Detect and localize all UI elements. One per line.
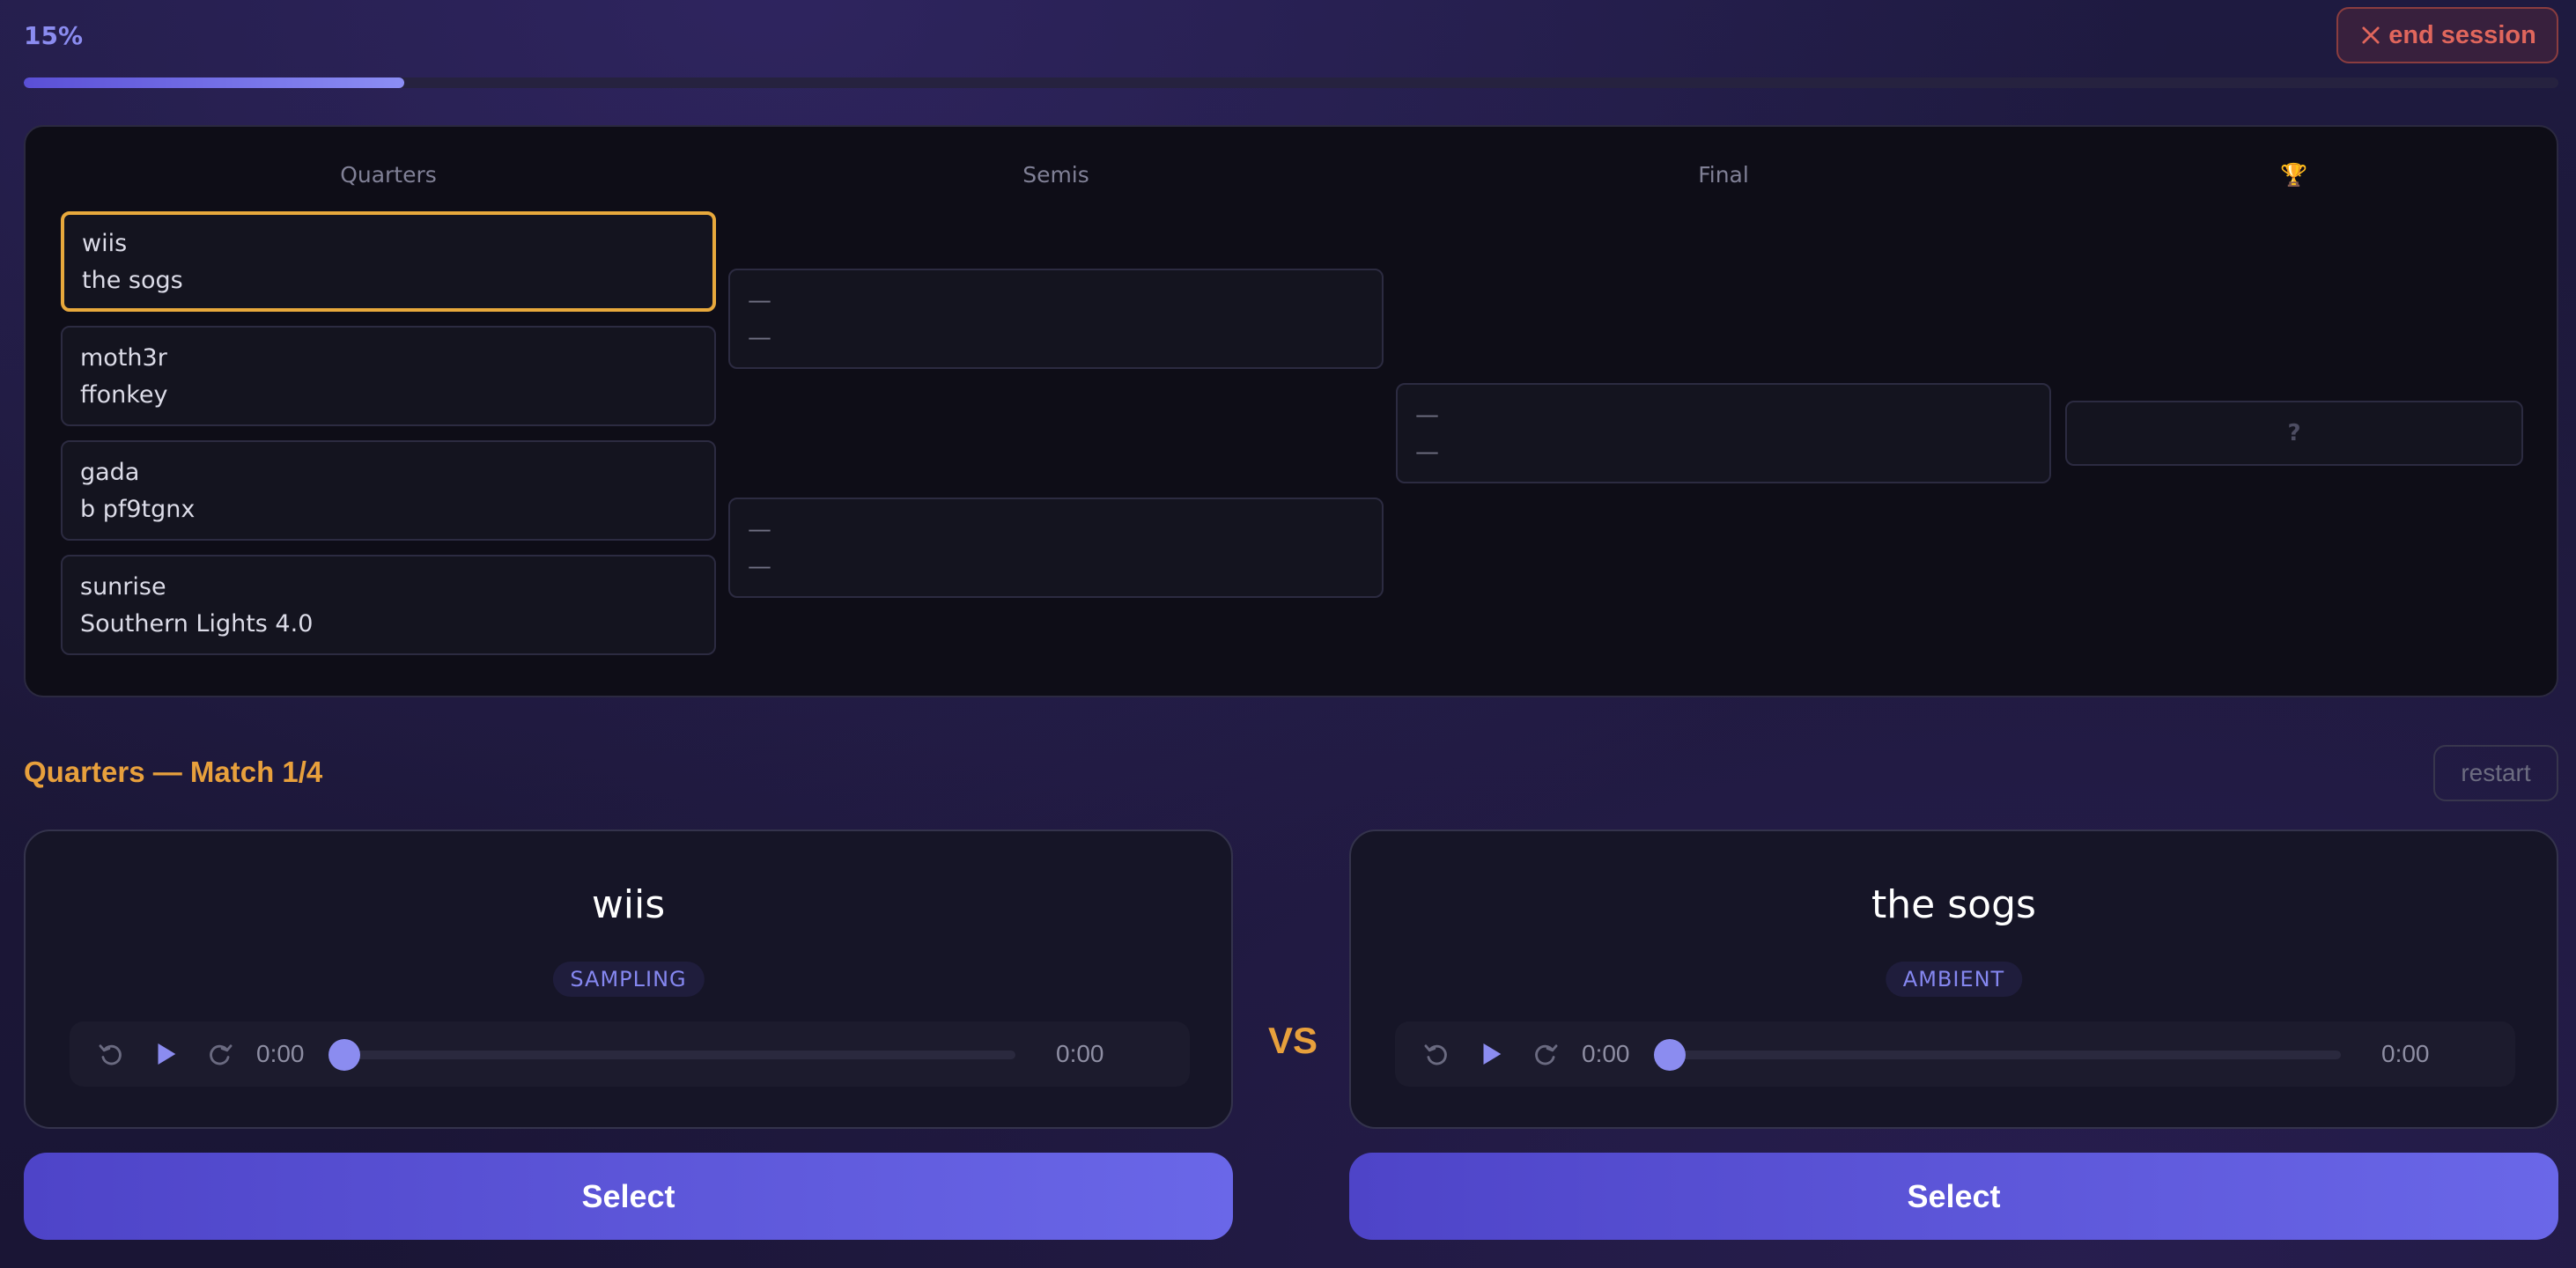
vs-label: VS <box>1268 1020 1318 1061</box>
end-session-button[interactable]: end session <box>2336 7 2558 63</box>
contender-title: the sogs <box>1871 882 2036 927</box>
current-time: 0:00 <box>256 1040 305 1067</box>
audio-player: 0:00 0:00 <box>70 1021 1190 1087</box>
champion-slot: ? <box>2065 401 2523 466</box>
tournament-bracket: Quarters Semis Final 🏆 wiis the sogs mot… <box>24 125 2558 697</box>
current-match-title: Quarters — Match 1/4 <box>24 756 323 788</box>
play-icon[interactable] <box>151 1039 181 1069</box>
empty-slot: — <box>748 516 771 543</box>
round-heading-semis: Semis <box>1022 162 1089 188</box>
genre-badge: SAMPLING <box>552 962 705 997</box>
empty-slot: — <box>748 287 771 314</box>
progress-bar <box>24 77 2558 88</box>
semi-match-2: — — <box>728 498 1384 598</box>
rewind-icon[interactable] <box>1421 1039 1451 1069</box>
contender-name: the sogs <box>82 267 183 294</box>
round-heading-quarters: Quarters <box>340 162 437 188</box>
contender-name: moth3r <box>80 344 167 372</box>
empty-slot: — <box>748 324 771 351</box>
contender-card-left: wiis SAMPLING 0:00 0:00 <box>24 829 1233 1129</box>
seek-slider[interactable] <box>1654 1039 2341 1071</box>
forward-icon[interactable] <box>205 1039 235 1069</box>
round-heading-final: Final <box>1698 162 1749 188</box>
semi-match-1: — — <box>728 269 1384 369</box>
progress-percent: 15% <box>24 21 84 50</box>
select-right-button[interactable]: Select <box>1349 1153 2558 1240</box>
quarter-match-3[interactable]: gada b pf9tgnx <box>61 440 716 541</box>
contender-name: ffonkey <box>80 381 168 409</box>
duration: 0:00 <box>2381 1040 2430 1067</box>
audio-player: 0:00 0:00 <box>1395 1021 2515 1087</box>
quarter-match-2[interactable]: moth3r ffonkey <box>61 326 716 426</box>
duration: 0:00 <box>1056 1040 1104 1067</box>
select-left-button[interactable]: Select <box>24 1153 1233 1240</box>
seek-slider[interactable] <box>328 1039 1015 1071</box>
contender-name: gada <box>80 459 140 486</box>
trophy-icon: 🏆 <box>2280 162 2308 188</box>
genre-badge: AMBIENT <box>1885 962 2023 997</box>
restart-button[interactable]: restart <box>2433 745 2558 801</box>
seek-thumb[interactable] <box>1654 1039 1686 1071</box>
empty-slot: — <box>1415 439 1439 466</box>
end-session-label: end session <box>2388 20 2536 49</box>
quarter-match-4[interactable]: sunrise Southern Lights 4.0 <box>61 555 716 655</box>
quarter-match-1[interactable]: wiis the sogs <box>61 211 716 312</box>
contender-name: b pf9tgnx <box>80 496 196 523</box>
close-icon <box>2362 26 2380 44</box>
contender-name: Southern Lights 4.0 <box>80 610 314 638</box>
forward-icon[interactable] <box>1531 1039 1561 1069</box>
current-time: 0:00 <box>1582 1040 1630 1067</box>
empty-slot: — <box>1415 402 1439 429</box>
progress-bar-fill <box>24 77 404 88</box>
contender-title: wiis <box>591 882 666 927</box>
contender-card-right: the sogs AMBIENT 0:00 0:00 <box>1349 829 2558 1129</box>
empty-slot: — <box>748 553 771 580</box>
seek-thumb[interactable] <box>328 1039 360 1071</box>
rewind-icon[interactable] <box>96 1039 126 1069</box>
play-icon[interactable] <box>1476 1039 1506 1069</box>
contender-name: sunrise <box>80 573 166 601</box>
contender-name: wiis <box>82 230 128 257</box>
final-match: — — <box>1396 383 2051 483</box>
